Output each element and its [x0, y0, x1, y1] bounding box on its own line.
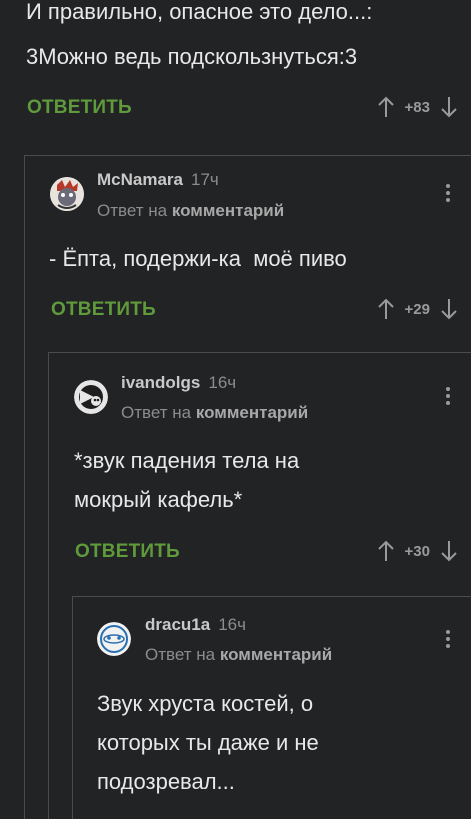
reply-to-meta: Ответ на комментарий [97, 201, 284, 221]
comment-text-line: 3Можно ведь подскользнуться:3 [26, 44, 358, 69]
comment-text-line: И правильно, опасное это дело...: [26, 0, 373, 24]
author-name[interactable]: McNamara [97, 170, 183, 189]
comment-text-line: мокрый кафель* [74, 487, 243, 512]
avatar[interactable] [74, 380, 108, 414]
thread-line [24, 155, 25, 819]
thread-line [24, 155, 471, 156]
arrow-down-icon[interactable] [440, 298, 458, 320]
comment-text-line: *звук падения тела на [74, 448, 300, 473]
arrow-up-icon[interactable] [377, 298, 395, 320]
more-vertical-icon[interactable] [446, 627, 452, 651]
comment-header: dracu1a 16ч [145, 615, 246, 635]
meta-prefix: Ответ на [121, 403, 192, 422]
comment-header: McNamara 17ч [97, 170, 219, 190]
reply-button[interactable]: ОТВЕТИТЬ [75, 541, 180, 563]
parent-comment-link[interactable]: комментарий [172, 201, 284, 220]
reply-button[interactable]: ОТВЕТИТЬ [51, 299, 156, 321]
reply-to-meta: Ответ на комментарий [145, 645, 332, 665]
vote-controls: +83 [377, 96, 458, 118]
comment-text-line: подозревал... [97, 769, 235, 794]
thread-line [72, 596, 73, 819]
parent-comment-link[interactable]: комментарий [220, 645, 332, 664]
comment-text-line: которых ты даже и не [97, 730, 319, 755]
arrow-down-icon[interactable] [440, 540, 458, 562]
timestamp: 17ч [191, 170, 219, 189]
thread-line [48, 352, 49, 819]
comment-text-line: - Ёпта, подержи-ка моё пиво [49, 246, 347, 271]
vote-count: +29 [404, 300, 430, 318]
vote-count: +30 [404, 542, 430, 560]
more-vertical-icon[interactable] [446, 181, 452, 205]
arrow-down-icon[interactable] [440, 96, 458, 118]
timestamp: 16ч [208, 373, 237, 392]
parent-comment-link[interactable]: комментарий [196, 403, 308, 422]
avatar[interactable] [50, 177, 84, 211]
comment-header: ivandolgs 16ч [121, 373, 236, 393]
author-name[interactable]: ivandolgs [121, 373, 200, 392]
arrow-up-icon[interactable] [377, 96, 395, 118]
meta-prefix: Ответ на [145, 645, 216, 664]
thread-line [72, 596, 471, 597]
vote-controls: +29 [377, 298, 458, 320]
reply-to-meta: Ответ на комментарий [121, 403, 308, 423]
thread-line [48, 352, 471, 353]
avatar[interactable] [97, 622, 131, 656]
more-vertical-icon[interactable] [446, 384, 452, 408]
timestamp: 16ч [218, 615, 246, 634]
meta-prefix: Ответ на [97, 201, 168, 220]
arrow-up-icon[interactable] [377, 540, 395, 562]
vote-count: +83 [404, 98, 430, 116]
comment-text-line: Звук хруста костей, о [97, 691, 314, 716]
vote-controls: +30 [377, 540, 458, 562]
author-name[interactable]: dracu1a [145, 615, 210, 634]
reply-button[interactable]: ОТВЕТИТЬ [27, 97, 132, 119]
